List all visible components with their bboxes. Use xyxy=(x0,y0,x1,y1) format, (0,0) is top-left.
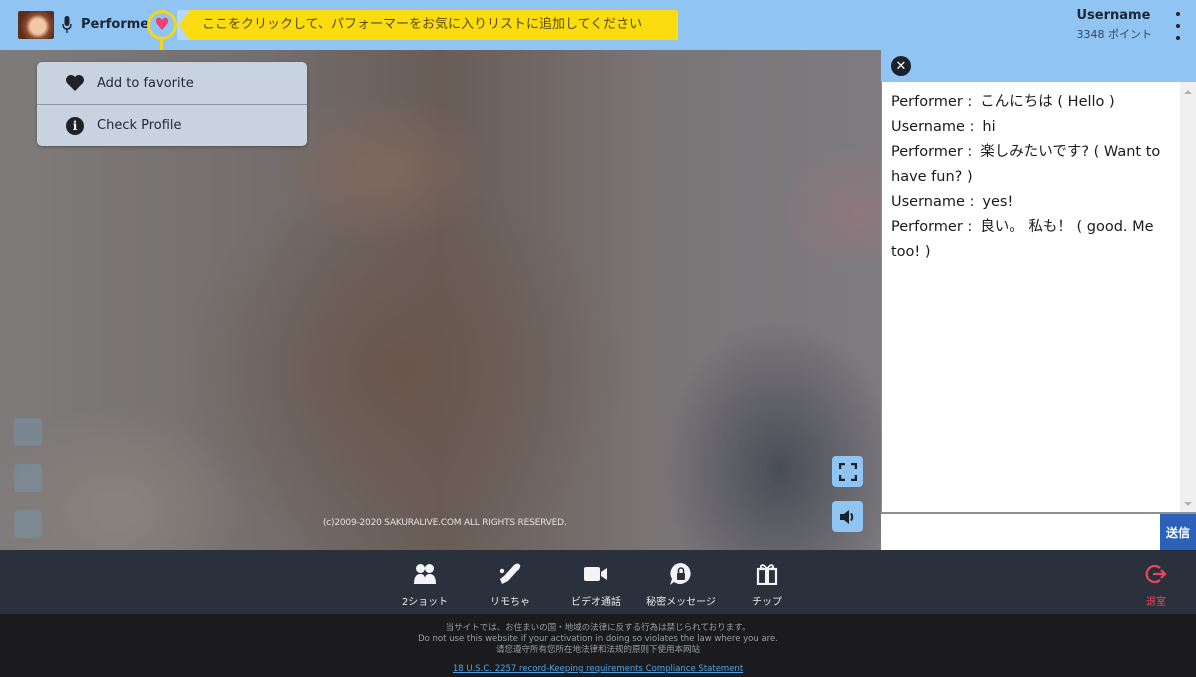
message-sender: Performer : xyxy=(891,144,973,160)
close-icon: ✕ xyxy=(895,58,907,74)
chat-header: ✕ xyxy=(881,50,1196,82)
username: Username xyxy=(1076,8,1151,23)
points-balance: 3348 ポイント xyxy=(1076,28,1153,41)
compliance-statement-link[interactable]: 18 U.S.C. 2257 record-Keeping requiremen… xyxy=(453,664,743,674)
message-list: Performer : こんにちは ( Hello ) Username : hi … xyxy=(891,90,1171,265)
two-shot-button[interactable]: 2ショット xyxy=(380,562,470,608)
exit-room-button[interactable]: 退室 xyxy=(1111,562,1196,608)
performer-name[interactable]: Performer xyxy=(81,17,156,32)
action-label: 2ショット xyxy=(401,597,449,608)
message-sender: Performer : xyxy=(891,94,973,110)
secret-message-button[interactable]: 秘密メッセージ xyxy=(636,562,726,608)
tip-button[interactable]: チップ xyxy=(722,562,812,608)
exit-label: 退室 xyxy=(1146,597,1166,608)
check-profile-item[interactable]: i Check Profile xyxy=(37,104,307,146)
legal-notice-en: Do not use this website if your activati… xyxy=(418,634,778,644)
side-control-3[interactable] xyxy=(14,510,42,538)
menu-item-label: Check Profile xyxy=(97,118,182,133)
performer-avatar[interactable] xyxy=(18,11,54,39)
microphone-icon xyxy=(62,16,72,33)
chat-panel: ✕ Performer : こんにちは ( Hello ) Username : h… xyxy=(881,50,1196,550)
chat-message: Username : hi xyxy=(891,115,1171,140)
chat-scrollbar[interactable] xyxy=(1180,82,1196,512)
chat-log[interactable]: Performer : こんにちは ( Hello ) Username : hi … xyxy=(881,82,1196,512)
message-text: hi xyxy=(982,119,996,135)
action-label: チップ xyxy=(752,597,782,608)
message-text: yes! xyxy=(982,194,1014,210)
action-bar: 2ショット リモちゃ ビデオ通話 秘密メッセージ チップ 退室 xyxy=(0,550,1196,614)
message-sender: Username : xyxy=(891,194,975,210)
speaker-icon xyxy=(839,509,853,524)
two-shot-icon xyxy=(413,562,437,586)
chat-message: Performer : 良い。 私も！ ( good. Me too! ) xyxy=(891,215,1171,265)
scroll-up-arrow-icon[interactable] xyxy=(1184,90,1192,94)
copyright-text: (c)2009-2020 SAKURALIVE.COM ALL RIGHTS R… xyxy=(323,518,567,528)
favorite-button[interactable]: ♥ xyxy=(147,10,177,40)
more-menu-icon[interactable] xyxy=(1174,12,1182,40)
message-sender: Performer : xyxy=(891,219,973,235)
send-button[interactable]: 送信 xyxy=(1160,514,1196,550)
menu-item-label: Add to favorite xyxy=(97,75,194,91)
chat-message-input[interactable] xyxy=(881,514,1160,550)
exit-icon xyxy=(1145,562,1167,586)
chat-message: Username : yes! xyxy=(891,190,1171,215)
gift-icon xyxy=(756,562,778,586)
info-icon: i xyxy=(65,116,85,136)
video-call-button[interactable]: ビデオ通話 xyxy=(551,562,641,608)
close-chat-button[interactable]: ✕ xyxy=(891,56,911,76)
fullscreen-button[interactable] xyxy=(832,456,863,487)
app: Performer ♥ ここをクリックして、パフォーマーをお気に入りリストに追加… xyxy=(0,0,1196,677)
action-label: ビデオ通話 xyxy=(571,597,621,608)
add-to-favorite-item[interactable]: Add to favorite xyxy=(37,62,307,104)
action-label: 秘密メッセージ xyxy=(646,597,716,608)
favorite-tooltip: ここをクリックして、パフォーマーをお気に入りリストに追加してください xyxy=(179,10,678,40)
remote-toy-icon xyxy=(498,562,522,586)
user-info: Username 3348 ポイント xyxy=(1077,8,1153,42)
side-control-2[interactable] xyxy=(14,464,42,492)
video-call-icon xyxy=(584,562,608,586)
performer-menu: Add to favorite i Check Profile xyxy=(37,62,307,146)
chat-message: Performer : こんにちは ( Hello ) xyxy=(891,90,1171,115)
fullscreen-icon xyxy=(838,462,857,481)
top-header: Performer ♥ ここをクリックして、パフォーマーをお気に入りリストに追加… xyxy=(0,0,1196,64)
action-label: リモちゃ xyxy=(490,597,530,608)
heart-icon xyxy=(65,73,85,93)
message-sender: Username : xyxy=(891,119,975,135)
chat-message: Performer : 楽しみたいです? ( Want to have fun? … xyxy=(891,140,1171,190)
volume-button[interactable] xyxy=(832,501,863,532)
secret-message-icon xyxy=(669,562,693,586)
remote-toy-button[interactable]: リモちゃ xyxy=(465,562,555,608)
legal-footer: 当サイトでは、お住まいの国・地域の法律に反する行為は禁じられております。 Do … xyxy=(0,614,1196,677)
heart-icon: ♥ xyxy=(154,15,170,35)
side-control-1[interactable] xyxy=(14,418,42,446)
legal-notice-ja: 当サイトでは、お住まいの国・地域の法律に反する行為は禁じられております。 xyxy=(445,623,751,633)
legal-notice-zh: 请您遵守所有您所在地法律和法规的原则下使用本网站 xyxy=(495,645,700,655)
scroll-down-arrow-icon[interactable] xyxy=(1184,502,1192,506)
message-text: こんにちは ( Hello ) xyxy=(980,94,1115,110)
